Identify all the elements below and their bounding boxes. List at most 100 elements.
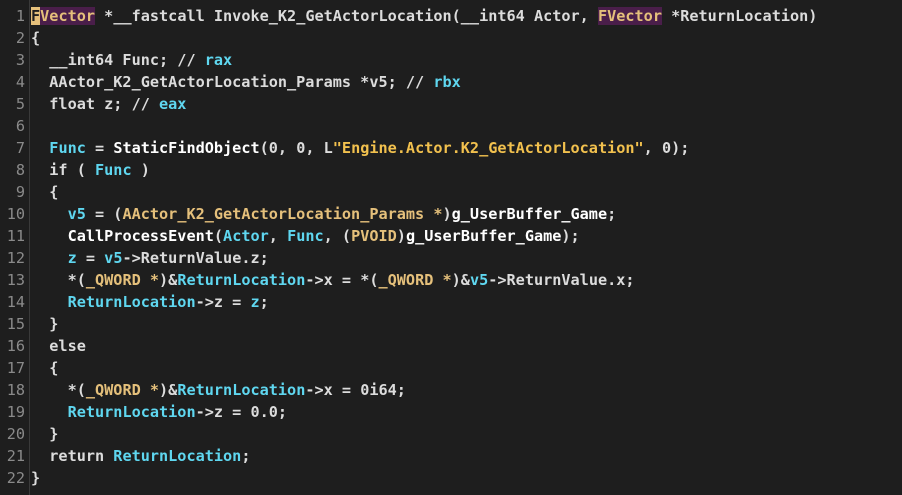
- code-line[interactable]: 6: [0, 115, 902, 137]
- code-text[interactable]: }: [31, 313, 58, 335]
- code-text[interactable]: CallProcessEvent(Actor, Func, (PVOID)g_U…: [31, 225, 580, 247]
- code-token[interactable]: =: [77, 249, 104, 267]
- code-token[interactable]: [31, 293, 68, 311]
- code-token[interactable]: (: [214, 227, 223, 245]
- code-token[interactable]: rax: [205, 51, 232, 69]
- code-token[interactable]: z: [250, 293, 259, 311]
- pseudocode-view[interactable]: 1 FVector *__fastcall Invoke_K2_GetActorL…: [0, 0, 902, 495]
- code-token[interactable]: return: [31, 447, 113, 465]
- code-line[interactable]: 15 }: [0, 313, 902, 335]
- code-token[interactable]: ->z =: [196, 293, 251, 311]
- code-token[interactable]: else: [31, 337, 86, 355]
- code-token[interactable]: AActor_K2_GetActorLocation_Params *v5; /…: [31, 73, 433, 91]
- code-token[interactable]: z: [68, 249, 77, 267]
- code-token[interactable]: "Engine.Actor.K2_GetActorLocation": [333, 139, 644, 157]
- code-token[interactable]: [31, 205, 68, 223]
- code-token[interactable]: F: [31, 7, 41, 25]
- code-token[interactable]: [31, 403, 68, 421]
- code-text[interactable]: AActor_K2_GetActorLocation_Params *v5; /…: [31, 71, 460, 93]
- code-line[interactable]: 5 float z; // eax: [0, 93, 902, 115]
- code-token[interactable]: )&: [159, 381, 177, 399]
- code-token[interactable]: ,: [269, 227, 287, 245]
- code-token[interactable]: Func: [287, 227, 324, 245]
- code-text[interactable]: *(_QWORD *)&ReturnLocation->x = 0i64;: [31, 379, 406, 401]
- code-token[interactable]: = (: [86, 205, 122, 223]
- code-token[interactable]: *(: [31, 381, 86, 399]
- code-text[interactable]: }: [31, 467, 40, 489]
- code-token[interactable]: ReturnLocation: [113, 447, 241, 465]
- code-token[interactable]: __int64 Func; //: [31, 51, 205, 69]
- code-token[interactable]: ->z = 0.0;: [196, 403, 287, 421]
- code-token[interactable]: PVOID: [351, 227, 397, 245]
- code-token[interactable]: ): [397, 227, 406, 245]
- code-token[interactable]: , 0);: [644, 139, 690, 157]
- code-token[interactable]: v5: [104, 249, 122, 267]
- code-token[interactable]: g_UserBuffer_Game: [452, 205, 607, 223]
- code-token[interactable]: ->x = *(: [305, 271, 378, 289]
- code-line[interactable]: 10 v5 = (AActor_K2_GetActorLocation_Para…: [0, 203, 902, 225]
- code-token[interactable]: FVector: [597, 7, 662, 25]
- code-text[interactable]: if ( Func ): [31, 159, 150, 181]
- code-token[interactable]: ->ReturnValue.x;: [488, 271, 634, 289]
- code-line[interactable]: 17 {: [0, 357, 902, 379]
- code-token[interactable]: *(: [31, 271, 86, 289]
- code-token[interactable]: *ReturnLocation): [662, 7, 817, 25]
- code-token[interactable]: StaticFindObject: [113, 139, 259, 157]
- code-line[interactable]: 4 AActor_K2_GetActorLocation_Params *v5;…: [0, 71, 902, 93]
- code-token[interactable]: }: [31, 469, 40, 487]
- code-line[interactable]: 18 *(_QWORD *)&ReturnLocation->x = 0i64;: [0, 379, 902, 401]
- code-text[interactable]: ReturnLocation->z = z;: [31, 291, 269, 313]
- code-token[interactable]: [31, 227, 68, 245]
- code-line[interactable]: 19 ReturnLocation->z = 0.0;: [0, 401, 902, 423]
- code-token[interactable]: _QWORD *: [86, 381, 159, 399]
- code-line[interactable]: 8 if ( Func ): [0, 159, 902, 181]
- code-token[interactable]: }: [31, 315, 58, 333]
- code-token[interactable]: ReturnLocation: [177, 271, 305, 289]
- code-token[interactable]: v5: [68, 205, 86, 223]
- code-text[interactable]: Func = StaticFindObject(0, 0, L"Engine.A…: [31, 137, 689, 159]
- code-token[interactable]: )&: [452, 271, 470, 289]
- code-token[interactable]: v5: [470, 271, 488, 289]
- code-token[interactable]: rbx: [433, 73, 460, 91]
- code-token[interactable]: _QWORD *: [379, 271, 452, 289]
- code-text[interactable]: z = v5->ReturnValue.z;: [31, 247, 269, 269]
- code-line[interactable]: 13 *(_QWORD *)&ReturnLocation->x = *(_QW…: [0, 269, 902, 291]
- code-text[interactable]: return ReturnLocation;: [31, 445, 250, 467]
- code-token[interactable]: {: [31, 183, 58, 201]
- code-token[interactable]: *__fastcall Invoke_K2_GetActorLocation(: [95, 7, 461, 25]
- code-token[interactable]: ReturnLocation: [177, 381, 305, 399]
- code-token[interactable]: Func: [49, 139, 86, 157]
- code-line[interactable]: 21 return ReturnLocation;: [0, 445, 902, 467]
- code-text[interactable]: else: [31, 335, 86, 357]
- code-token[interactable]: g_UserBuffer_Game: [406, 227, 561, 245]
- code-token[interactable]: float z; //: [31, 95, 159, 113]
- code-text[interactable]: {: [31, 357, 58, 379]
- code-token[interactable]: {: [31, 29, 40, 47]
- code-token[interactable]: ): [442, 205, 451, 223]
- code-token[interactable]: eax: [159, 95, 186, 113]
- code-line[interactable]: 1 FVector *__fastcall Invoke_K2_GetActorL…: [0, 5, 902, 27]
- code-token[interactable]: if (: [31, 161, 95, 179]
- code-line[interactable]: 14 ReturnLocation->z = z;: [0, 291, 902, 313]
- code-token[interactable]: [31, 249, 68, 267]
- code-line[interactable]: 22}: [0, 467, 902, 489]
- code-line[interactable]: 12 z = v5->ReturnValue.z;: [0, 247, 902, 269]
- code-token[interactable]: }: [31, 425, 58, 443]
- code-token[interactable]: ReturnLocation: [68, 403, 196, 421]
- code-line[interactable]: 3 __int64 Func; // rax: [0, 49, 902, 71]
- code-token[interactable]: AActor_K2_GetActorLocation_Params *: [122, 205, 442, 223]
- code-token[interactable]: ->ReturnValue.z;: [122, 249, 268, 267]
- code-token[interactable]: [31, 139, 49, 157]
- code-token[interactable]: CallProcessEvent: [68, 227, 214, 245]
- code-text[interactable]: FVector *__fastcall Invoke_K2_GetActorLo…: [31, 5, 817, 27]
- code-line[interactable]: 16 else: [0, 335, 902, 357]
- code-text[interactable]: {: [31, 27, 40, 49]
- code-token[interactable]: (0, 0, L: [260, 139, 333, 157]
- code-text[interactable]: v5 = (AActor_K2_GetActorLocation_Params …: [31, 203, 617, 225]
- code-text[interactable]: }: [31, 423, 58, 445]
- code-token[interactable]: {: [31, 359, 58, 377]
- code-line[interactable]: 11 CallProcessEvent(Actor, Func, (PVOID)…: [0, 225, 902, 247]
- code-token[interactable]: Actor: [223, 227, 269, 245]
- code-area[interactable]: 1 FVector *__fastcall Invoke_K2_GetActorL…: [0, 5, 902, 489]
- code-token[interactable]: Vector: [40, 7, 96, 25]
